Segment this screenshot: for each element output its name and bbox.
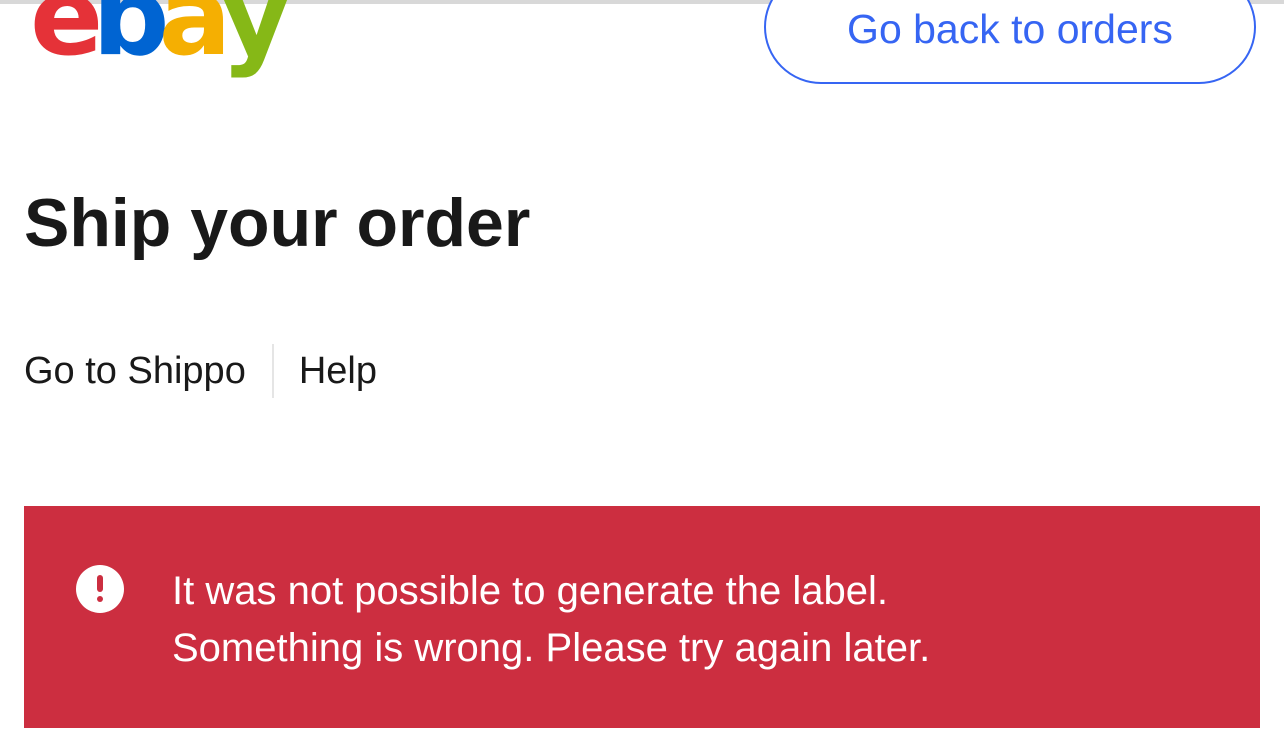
logo-letter-e: e (30, 0, 103, 80)
page-links: Go to Shippo Help (24, 344, 377, 398)
help-link[interactable]: Help (299, 344, 377, 398)
page: ebay Go back to orders Ship your order G… (0, 0, 1284, 741)
go-to-shippo-link[interactable]: Go to Shippo (24, 344, 246, 398)
page-title: Ship your order (24, 185, 531, 261)
error-message-line-1: It was not possible to generate the labe… (172, 569, 889, 613)
logo-letter-y: y (220, 0, 290, 80)
exclamation-dot (97, 596, 103, 602)
ebay-logo[interactable]: ebay (30, 0, 291, 80)
exclamation-circle-icon (76, 565, 124, 613)
error-alert: It was not possible to generate the labe… (24, 506, 1260, 728)
logo-letter-b: b (92, 0, 169, 80)
link-divider (271, 344, 274, 398)
error-message: It was not possible to generate the labe… (172, 563, 930, 677)
error-message-line-2: Something is wrong. Please try again lat… (172, 626, 931, 670)
go-back-to-orders-label: Go back to orders (847, 6, 1173, 52)
exclamation-bar (97, 575, 103, 592)
go-back-to-orders-button[interactable]: Go back to orders (764, 0, 1256, 84)
logo-letter-a: a (158, 0, 232, 80)
